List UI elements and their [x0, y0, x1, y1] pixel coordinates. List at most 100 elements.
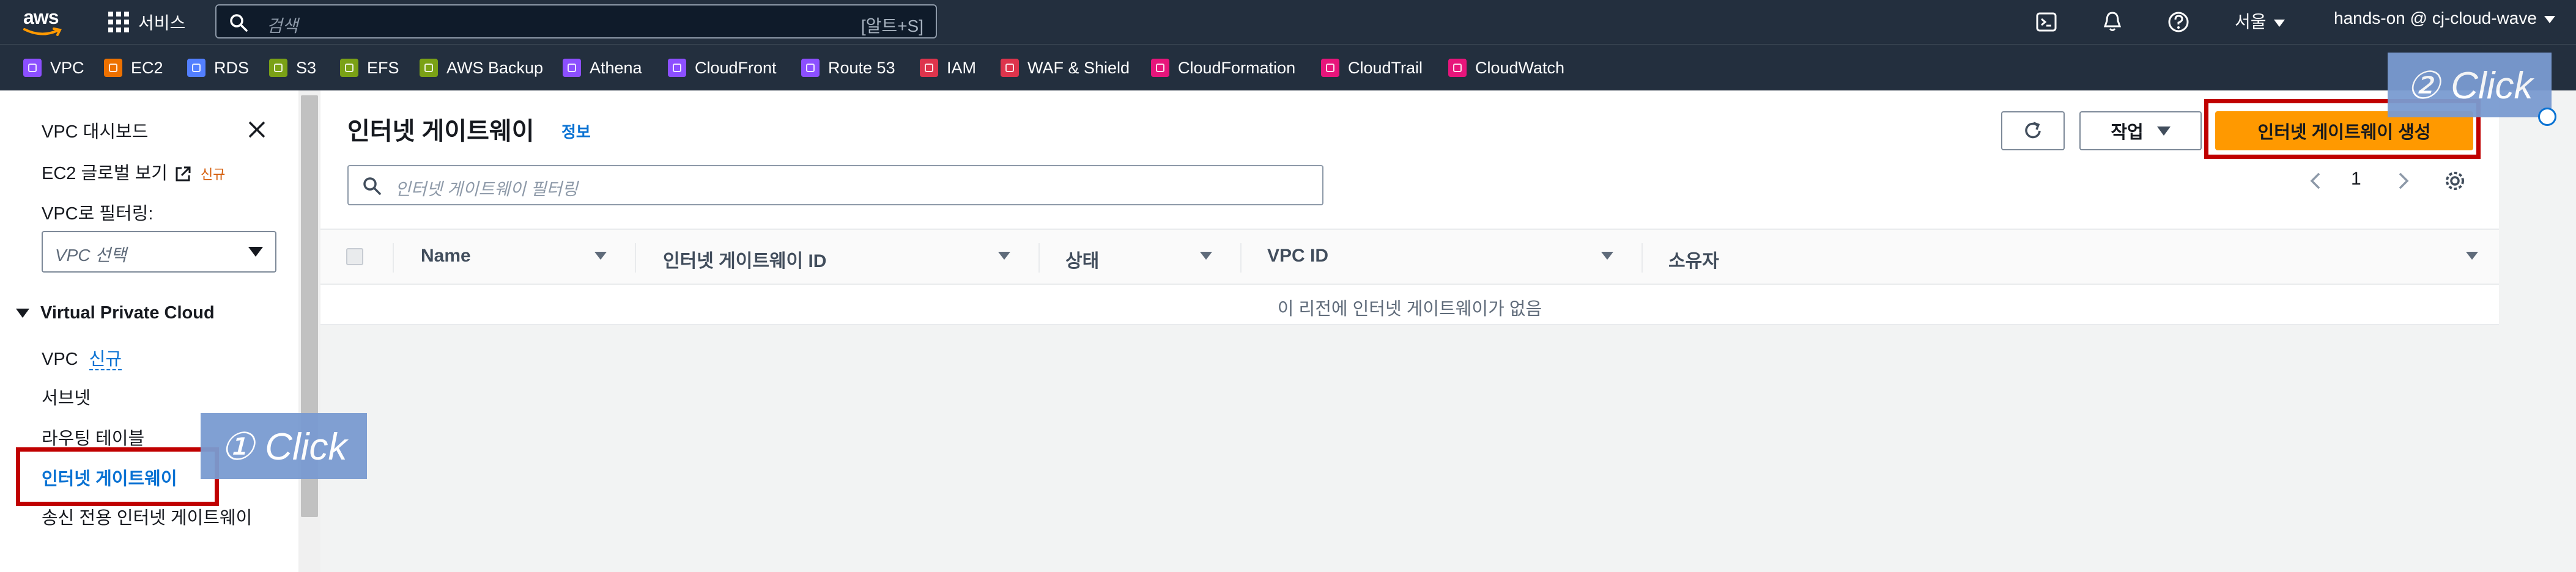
- filter-input[interactable]: 인터넷 게이트웨이 필터링: [347, 165, 1323, 205]
- close-icon[interactable]: [246, 119, 268, 141]
- cloudshell-icon[interactable]: [2034, 10, 2059, 34]
- empty-state-message: 이 리전에 인터넷 게이트웨이가 없음: [1277, 299, 1542, 319]
- favorite-s3[interactable]: S3: [269, 57, 316, 79]
- sort-icon[interactable]: [2466, 252, 2478, 260]
- chevron-down-icon: [2544, 15, 2555, 23]
- caret-down-icon: [16, 309, 29, 318]
- column-header-name[interactable]: Name: [421, 246, 471, 266]
- favorite-waf-shield[interactable]: WAF & Shield: [1001, 57, 1130, 79]
- bell-icon[interactable]: [2100, 10, 2125, 34]
- global-search-input[interactable]: 검색 [알트+S]: [215, 4, 937, 38]
- cloudtrail-icon: [1321, 59, 1339, 77]
- favorite-athena[interactable]: Athena: [563, 57, 642, 79]
- sidebar-item-vpc[interactable]: VPC 신규: [42, 345, 122, 370]
- favorite-ec2[interactable]: EC2: [104, 57, 163, 79]
- ec2-icon: [104, 59, 122, 77]
- internet-gateways-panel: 인터넷 게이트웨이 정보 작업 인터넷 게이트웨이 생성 인터넷 게이트웨이 필…: [320, 90, 2499, 572]
- favorite-vpc[interactable]: VPC: [23, 57, 84, 79]
- favorite-cloudwatch[interactable]: CloudWatch: [1448, 57, 1564, 79]
- column-header-state[interactable]: 상태: [1065, 246, 1099, 273]
- grid-icon: [108, 11, 130, 33]
- favorite-label: Route 53: [828, 58, 895, 77]
- info-icon[interactable]: [2538, 108, 2556, 126]
- info-link[interactable]: 정보: [561, 120, 591, 142]
- column-header-owner[interactable]: 소유자: [1668, 246, 1719, 273]
- favorite-cloudformation[interactable]: CloudFormation: [1151, 57, 1295, 79]
- sort-icon[interactable]: [594, 252, 607, 260]
- favorite-label: EC2: [131, 58, 163, 77]
- external-link-icon: [176, 166, 191, 182]
- sidebar-scrollbar[interactable]: [298, 90, 320, 572]
- favorite-route53[interactable]: Route 53: [801, 57, 895, 79]
- help-icon[interactable]: [2166, 10, 2191, 34]
- gear-icon[interactable]: [2443, 169, 2467, 193]
- actions-button[interactable]: 작업: [2079, 111, 2202, 150]
- s3-icon: [269, 59, 287, 77]
- sort-icon[interactable]: [1601, 252, 1613, 260]
- table-header: Name 인터넷 게이트웨이 ID 상태 VPC ID 소유자: [320, 229, 2499, 285]
- region-label: 서울: [2235, 12, 2267, 31]
- favorite-label: CloudFormation: [1178, 58, 1296, 77]
- refresh-icon: [2025, 122, 2041, 139]
- vpc-filter-select[interactable]: VPC 선택: [42, 231, 276, 273]
- favorite-aws-backup[interactable]: AWS Backup: [420, 57, 543, 79]
- favorite-label: VPC: [50, 58, 84, 77]
- right-gutter: [2499, 90, 2576, 572]
- caret-down-icon: [248, 247, 263, 257]
- favorite-label: RDS: [214, 58, 250, 77]
- select-all-checkbox[interactable]: [346, 248, 363, 265]
- favorite-rds[interactable]: RDS: [187, 57, 249, 79]
- filter-placeholder: 인터넷 게이트웨이 필터링: [395, 180, 578, 199]
- services-menu-button[interactable]: 서비스: [108, 10, 185, 34]
- vpc-filter-value: VPC 선택: [55, 246, 127, 265]
- sort-icon[interactable]: [1200, 252, 1212, 260]
- chevron-left-icon[interactable]: [2307, 170, 2325, 192]
- favorites-bar: VPC EC2 RDS S3 EFS AWS Backup Athena Clo…: [0, 44, 2576, 90]
- cloudwatch-icon: [1448, 59, 1467, 77]
- route53-icon: [801, 59, 820, 77]
- favorite-iam[interactable]: IAM: [920, 57, 976, 79]
- favorite-label: AWS Backup: [446, 58, 544, 77]
- sidebar-item-ec2-global-view[interactable]: EC2 글로벌 보기 신규: [42, 159, 225, 185]
- table-empty-area: [320, 325, 2499, 572]
- column-header-vpc-id[interactable]: VPC ID: [1267, 246, 1328, 266]
- favorite-label: CloudWatch: [1475, 58, 1565, 77]
- section-virtual-private-cloud[interactable]: Virtual Private Cloud: [16, 303, 215, 323]
- athena-icon: [563, 59, 581, 77]
- main-content: 인터넷 게이트웨이 정보 작업 인터넷 게이트웨이 생성 인터넷 게이트웨이 필…: [320, 90, 2576, 572]
- page-number[interactable]: 1: [2351, 169, 2361, 189]
- search-placeholder: 검색: [267, 16, 298, 35]
- search-shortcut: [알트+S]: [861, 16, 923, 35]
- rds-icon: [187, 59, 205, 77]
- region-selector[interactable]: 서울: [2235, 9, 2285, 33]
- column-divider: [1240, 243, 1242, 273]
- sidebar-item-egress-only-internet-gateways[interactable]: 송신 전용 인터넷 게이트웨이: [42, 504, 262, 533]
- refresh-button[interactable]: [2001, 111, 2065, 150]
- sidebar-item-vpc-dashboard[interactable]: VPC 대시보드: [42, 117, 148, 143]
- sidebar-item-label: EC2 글로벌 보기: [42, 164, 168, 183]
- sort-icon[interactable]: [998, 252, 1010, 260]
- favorite-label: CloudTrail: [1348, 58, 1423, 77]
- sidebar-item-label: VPC: [42, 350, 78, 369]
- favorite-efs[interactable]: EFS: [340, 57, 399, 79]
- chevron-right-icon[interactable]: [2394, 170, 2412, 192]
- search-icon: [230, 14, 248, 32]
- sidebar-item-subnets[interactable]: 서브넷: [42, 384, 91, 409]
- favorite-label: WAF & Shield: [1027, 58, 1130, 77]
- efs-icon: [340, 59, 358, 77]
- favorite-label: Athena: [590, 58, 642, 77]
- column-divider: [393, 243, 394, 273]
- vpc-icon: [23, 59, 42, 77]
- favorite-cloudfront[interactable]: CloudFront: [668, 57, 777, 79]
- page-title: 인터넷 게이트웨이: [347, 118, 535, 145]
- aws-logo[interactable]: aws: [23, 6, 66, 39]
- waf-shield-icon: [1001, 59, 1019, 77]
- column-header-igw-id[interactable]: 인터넷 게이트웨이 ID: [663, 246, 826, 273]
- favorite-cloudtrail[interactable]: CloudTrail: [1321, 57, 1423, 79]
- new-badge[interactable]: 신규: [89, 350, 122, 370]
- account-menu[interactable]: hands-on @ cj-cloud-wave: [2334, 9, 2555, 28]
- callout-step2: ② Click: [2388, 53, 2552, 117]
- sidebar-item-route-tables[interactable]: 라우팅 테이블: [42, 424, 144, 450]
- new-badge: 신규: [200, 167, 226, 182]
- highlight-box-step1: [16, 447, 219, 506]
